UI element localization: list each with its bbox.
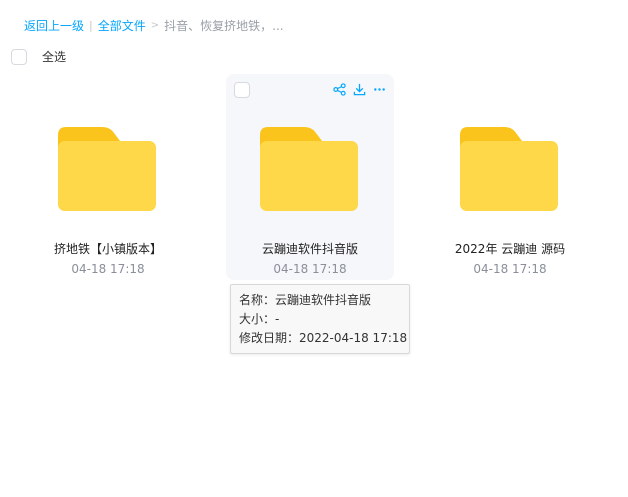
folder-icon (260, 127, 358, 211)
share-icon[interactable] (332, 82, 346, 96)
file-time: 04-18 17:18 (473, 262, 547, 276)
tooltip-size: 大小：- (239, 312, 280, 326)
breadcrumb-current: 抖音、恢复挤地铁，... (164, 18, 284, 33)
file-checkbox[interactable] (234, 82, 250, 98)
select-all[interactable]: 全选 (11, 48, 66, 65)
file-card[interactable]: 2022年 云蹦迪 源码 04-18 17:18 (426, 74, 594, 280)
file-time: 04-18 17:18 (273, 262, 347, 276)
download-icon[interactable] (352, 82, 366, 96)
file-name[interactable]: 2022年 云蹦迪 源码 (426, 240, 594, 257)
all-files-link[interactable]: 全部文件 (98, 17, 146, 34)
breadcrumb-separator: | (89, 18, 93, 32)
file-name[interactable]: 挤地铁【小镇版本】 (24, 240, 192, 257)
folder-icon (58, 127, 156, 211)
file-card[interactable]: 挤地铁【小镇版本】 04-18 17:18 (24, 74, 192, 280)
tooltip-name: 名称：云蹦迪软件抖音版 (239, 293, 372, 307)
file-time: 04-18 17:18 (71, 262, 145, 276)
file-name[interactable]: 云蹦迪软件抖音版 (226, 240, 394, 257)
breadcrumb: 返回上一级 | 全部文件 > 抖音、恢复挤地铁，... (24, 16, 284, 34)
card-actions (332, 82, 386, 96)
file-card[interactable]: 云蹦迪软件抖音版 04-18 17:18 (226, 74, 394, 280)
file-info-tooltip: 名称：云蹦迪软件抖音版 大小：- 修改日期：2022-04-18 17:18 (230, 284, 410, 354)
back-link[interactable]: 返回上一级 (24, 17, 84, 34)
more-icon[interactable] (372, 82, 386, 96)
tooltip-modified: 修改日期：2022-04-18 17:18 (239, 331, 408, 345)
select-all-checkbox[interactable] (11, 48, 27, 65)
select-all-label: 全选 (42, 50, 67, 64)
file-browser: 返回上一级 | 全部文件 > 抖音、恢复挤地铁，... 全选 挤地铁【小镇版本】… (0, 0, 628, 497)
breadcrumb-arrow: > (150, 19, 160, 31)
folder-icon (460, 127, 558, 211)
